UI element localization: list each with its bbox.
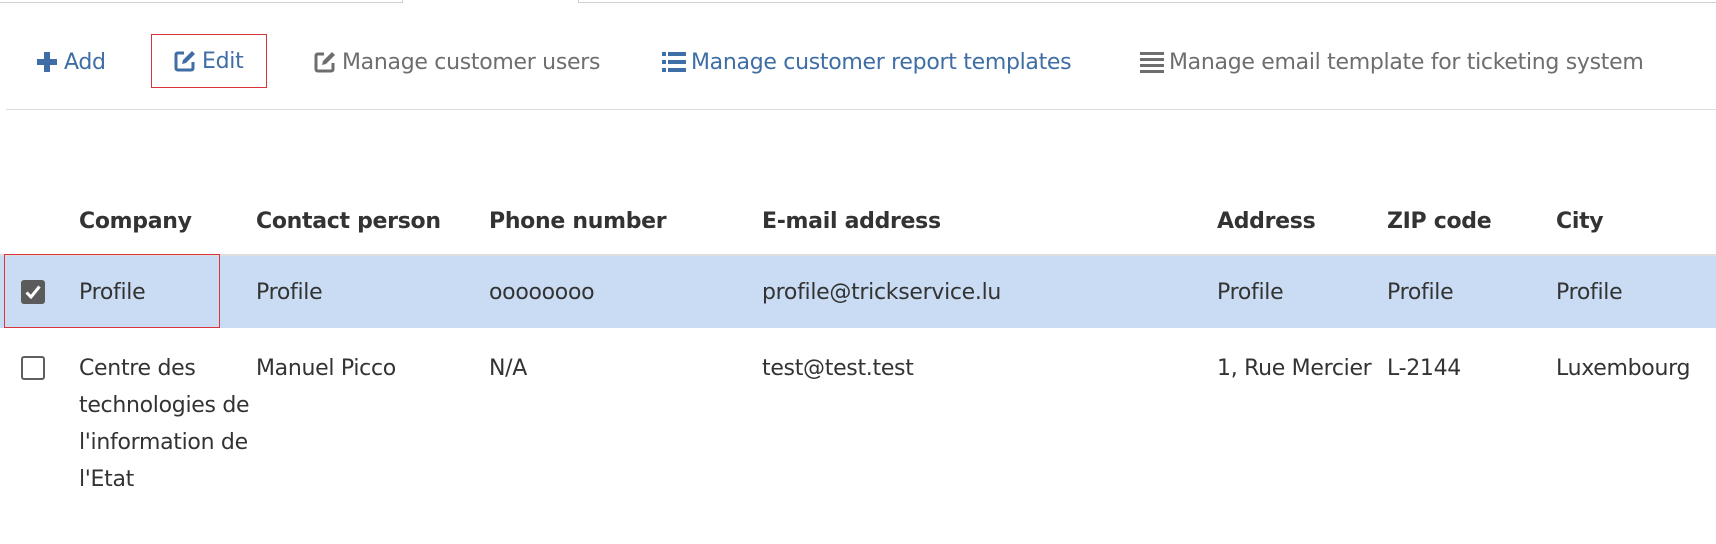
edit-icon — [172, 48, 198, 74]
row-checkbox[interactable] — [21, 356, 45, 380]
cell-zip-code: Profile — [1387, 255, 1556, 328]
tab-strip-border — [0, 0, 1716, 4]
manage-report-templates-button[interactable]: Manage customer report templates — [661, 34, 1072, 90]
cell-contact-person: Profile — [256, 255, 489, 328]
cell-company: Profile — [79, 255, 256, 328]
cell-city: Profile — [1556, 255, 1716, 328]
manage-report-templates-label: Manage customer report templates — [691, 49, 1072, 75]
cell-company: Centre des technologies de l'information… — [79, 356, 250, 492]
cell-email-address: profile@trickservice.lu — [762, 255, 1217, 328]
cell-address: 1, Rue Mercier — [1217, 356, 1372, 381]
edit-button[interactable]: Edit — [151, 34, 267, 88]
toolbar: Add Edit Manage customer users Manage cu… — [0, 34, 1716, 90]
row-select-cell — [0, 255, 79, 328]
list-icon — [661, 49, 687, 75]
edit-button-label: Edit — [202, 48, 244, 74]
cell-contact-person: Manuel Picco — [256, 356, 396, 381]
table-row[interactable]: Centre des technologies de l'information… — [0, 328, 1716, 498]
table-row[interactable]: Profile Profile oooooooo profile@trickse… — [0, 255, 1716, 328]
manage-email-template-label: Manage email template for ticketing syst… — [1169, 49, 1644, 75]
checkmark-icon — [25, 285, 41, 299]
manage-customer-users-button[interactable]: Manage customer users — [312, 34, 600, 90]
edit-icon — [312, 49, 338, 75]
manage-customer-users-label: Manage customer users — [342, 49, 601, 75]
manage-email-template-button[interactable]: Manage email template for ticketing syst… — [1139, 34, 1644, 90]
row-select-cell — [0, 328, 79, 498]
cell-phone-number: N/A — [489, 356, 528, 381]
table-header-row: Company Contact person Phone number E-ma… — [0, 188, 1716, 256]
cell-city: Luxembourg — [1556, 356, 1691, 381]
column-header-contact-person[interactable]: Contact person — [256, 188, 489, 256]
lines-icon — [1139, 49, 1165, 75]
cell-zip-code: L-2144 — [1387, 356, 1461, 381]
column-header-phone-number[interactable]: Phone number — [489, 188, 762, 256]
add-button[interactable]: Add — [34, 34, 106, 90]
cell-email-address: test@test.test — [762, 356, 914, 381]
add-button-label: Add — [64, 49, 106, 75]
column-header-company[interactable]: Company — [79, 188, 256, 256]
cell-address: Profile — [1217, 255, 1387, 328]
column-header-address[interactable]: Address — [1217, 188, 1387, 256]
customers-table: Company Contact person Phone number E-ma… — [0, 188, 1716, 498]
toolbar-divider — [6, 109, 1716, 110]
column-header-city[interactable]: City — [1556, 188, 1716, 256]
cell-phone-number: oooooooo — [489, 255, 762, 328]
row-checkbox[interactable] — [21, 280, 45, 304]
select-column-header — [0, 188, 79, 256]
column-header-email-address[interactable]: E-mail address — [762, 188, 1217, 256]
plus-icon — [34, 49, 60, 75]
column-header-zip-code[interactable]: ZIP code — [1387, 188, 1556, 256]
